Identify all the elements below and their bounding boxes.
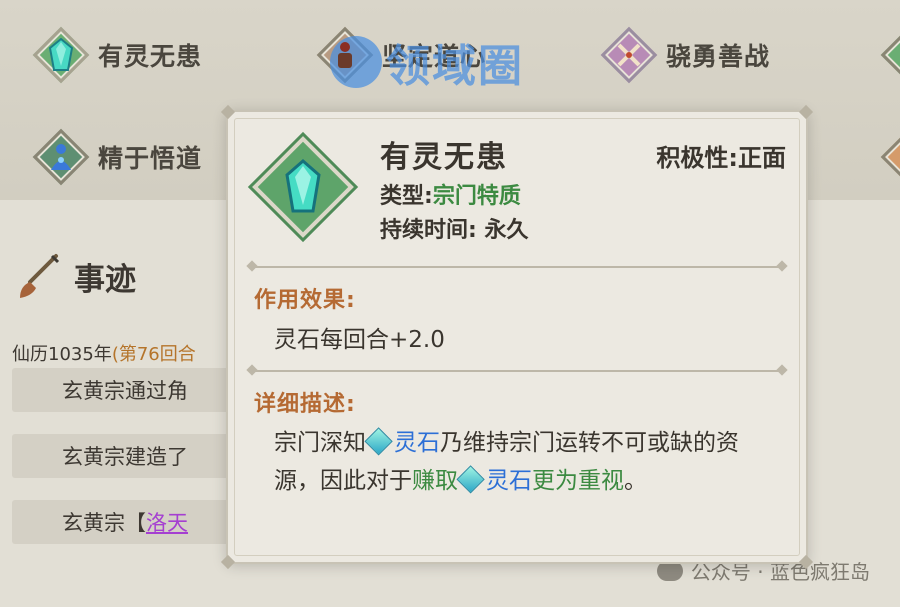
description-text: 宗门深知 灵石乃维持宗门运转不可或缺的资源，因此对于赚取 灵石更为重视。 <box>274 424 784 500</box>
spirit-stone-term: 灵石 <box>486 468 532 494</box>
trait-label: 骁勇善战 <box>666 42 771 71</box>
spirit-stone-icon <box>364 427 393 456</box>
history-turn: (第76回合 <box>111 344 196 365</box>
watermark-text: 领域圈 <box>386 41 524 92</box>
history-link[interactable]: 洛天 <box>146 507 188 537</box>
trait-enlightenment[interactable]: 精于悟道 <box>32 128 203 186</box>
spirit-crystal-icon <box>252 136 354 238</box>
history-date: 仙历1035年(第76回合 <box>12 340 196 366</box>
trait-icon-partial <box>880 26 900 84</box>
trait-partial-right[interactable] <box>880 26 900 84</box>
desc-part: 。 <box>624 468 647 494</box>
watermark-logo: 领域圈 <box>330 30 524 94</box>
history-year: 仙历1035年 <box>12 344 112 365</box>
tooltip-duration: 持续时间: 永久 <box>380 218 529 243</box>
tooltip-title: 有灵无患 <box>380 140 508 175</box>
effect-label: 作用效果: <box>254 288 356 313</box>
desc-part: 宗门深知 <box>274 430 366 456</box>
effect-text: 灵石每回合+2.0 <box>274 327 445 353</box>
history-text: 玄黄宗建造了 <box>62 445 188 469</box>
history-row: 玄黄宗【 洛天 <box>12 500 252 544</box>
deeds-section-header: 事迹 <box>16 252 136 300</box>
spirit-stone-icon <box>456 465 485 494</box>
section-title: 事迹 <box>74 261 136 298</box>
history-text: 玄黄宗通过角 <box>62 379 188 403</box>
divider <box>252 370 782 372</box>
divider <box>252 266 782 268</box>
meditating-figure-icon <box>32 128 90 186</box>
history-text: 玄黄宗【 <box>62 511 146 535</box>
earn-term: 赚取 <box>412 468 458 494</box>
trait-spirit-no-worry[interactable]: 有灵无患 <box>32 26 203 84</box>
history-row: 玄黄宗建造了 <box>12 434 252 478</box>
spirit-crystal-icon <box>32 26 90 84</box>
trait-brave-warrior[interactable]: 骁勇善战 <box>600 26 771 84</box>
tooltip-type: 类型:宗门特质 <box>380 178 521 210</box>
trait-label: 有灵无患 <box>98 42 203 71</box>
tooltip-type-label: 类型: <box>380 184 433 209</box>
spirit-stone-term: 灵石 <box>394 430 440 456</box>
trait-label: 精于悟道 <box>98 144 203 173</box>
brush-icon <box>20 254 60 298</box>
description-label: 详细描述: <box>254 392 356 417</box>
tooltip-positivity: 积极性:正面 <box>656 144 786 172</box>
trait-partial-right-2[interactable] <box>880 128 900 186</box>
history-row: 玄黄宗通过角 <box>12 368 252 412</box>
trait-tooltip: 有灵无患 积极性:正面 类型:宗门特质 持续时间: 永久 作用效果: 灵石每回合… <box>220 104 814 570</box>
tooltip-type-value: 宗门特质 <box>432 184 521 209</box>
desc-emphasis: 更为重视 <box>532 468 624 494</box>
trait-icon-partial <box>880 128 900 186</box>
crossed-swords-icon <box>600 26 658 84</box>
